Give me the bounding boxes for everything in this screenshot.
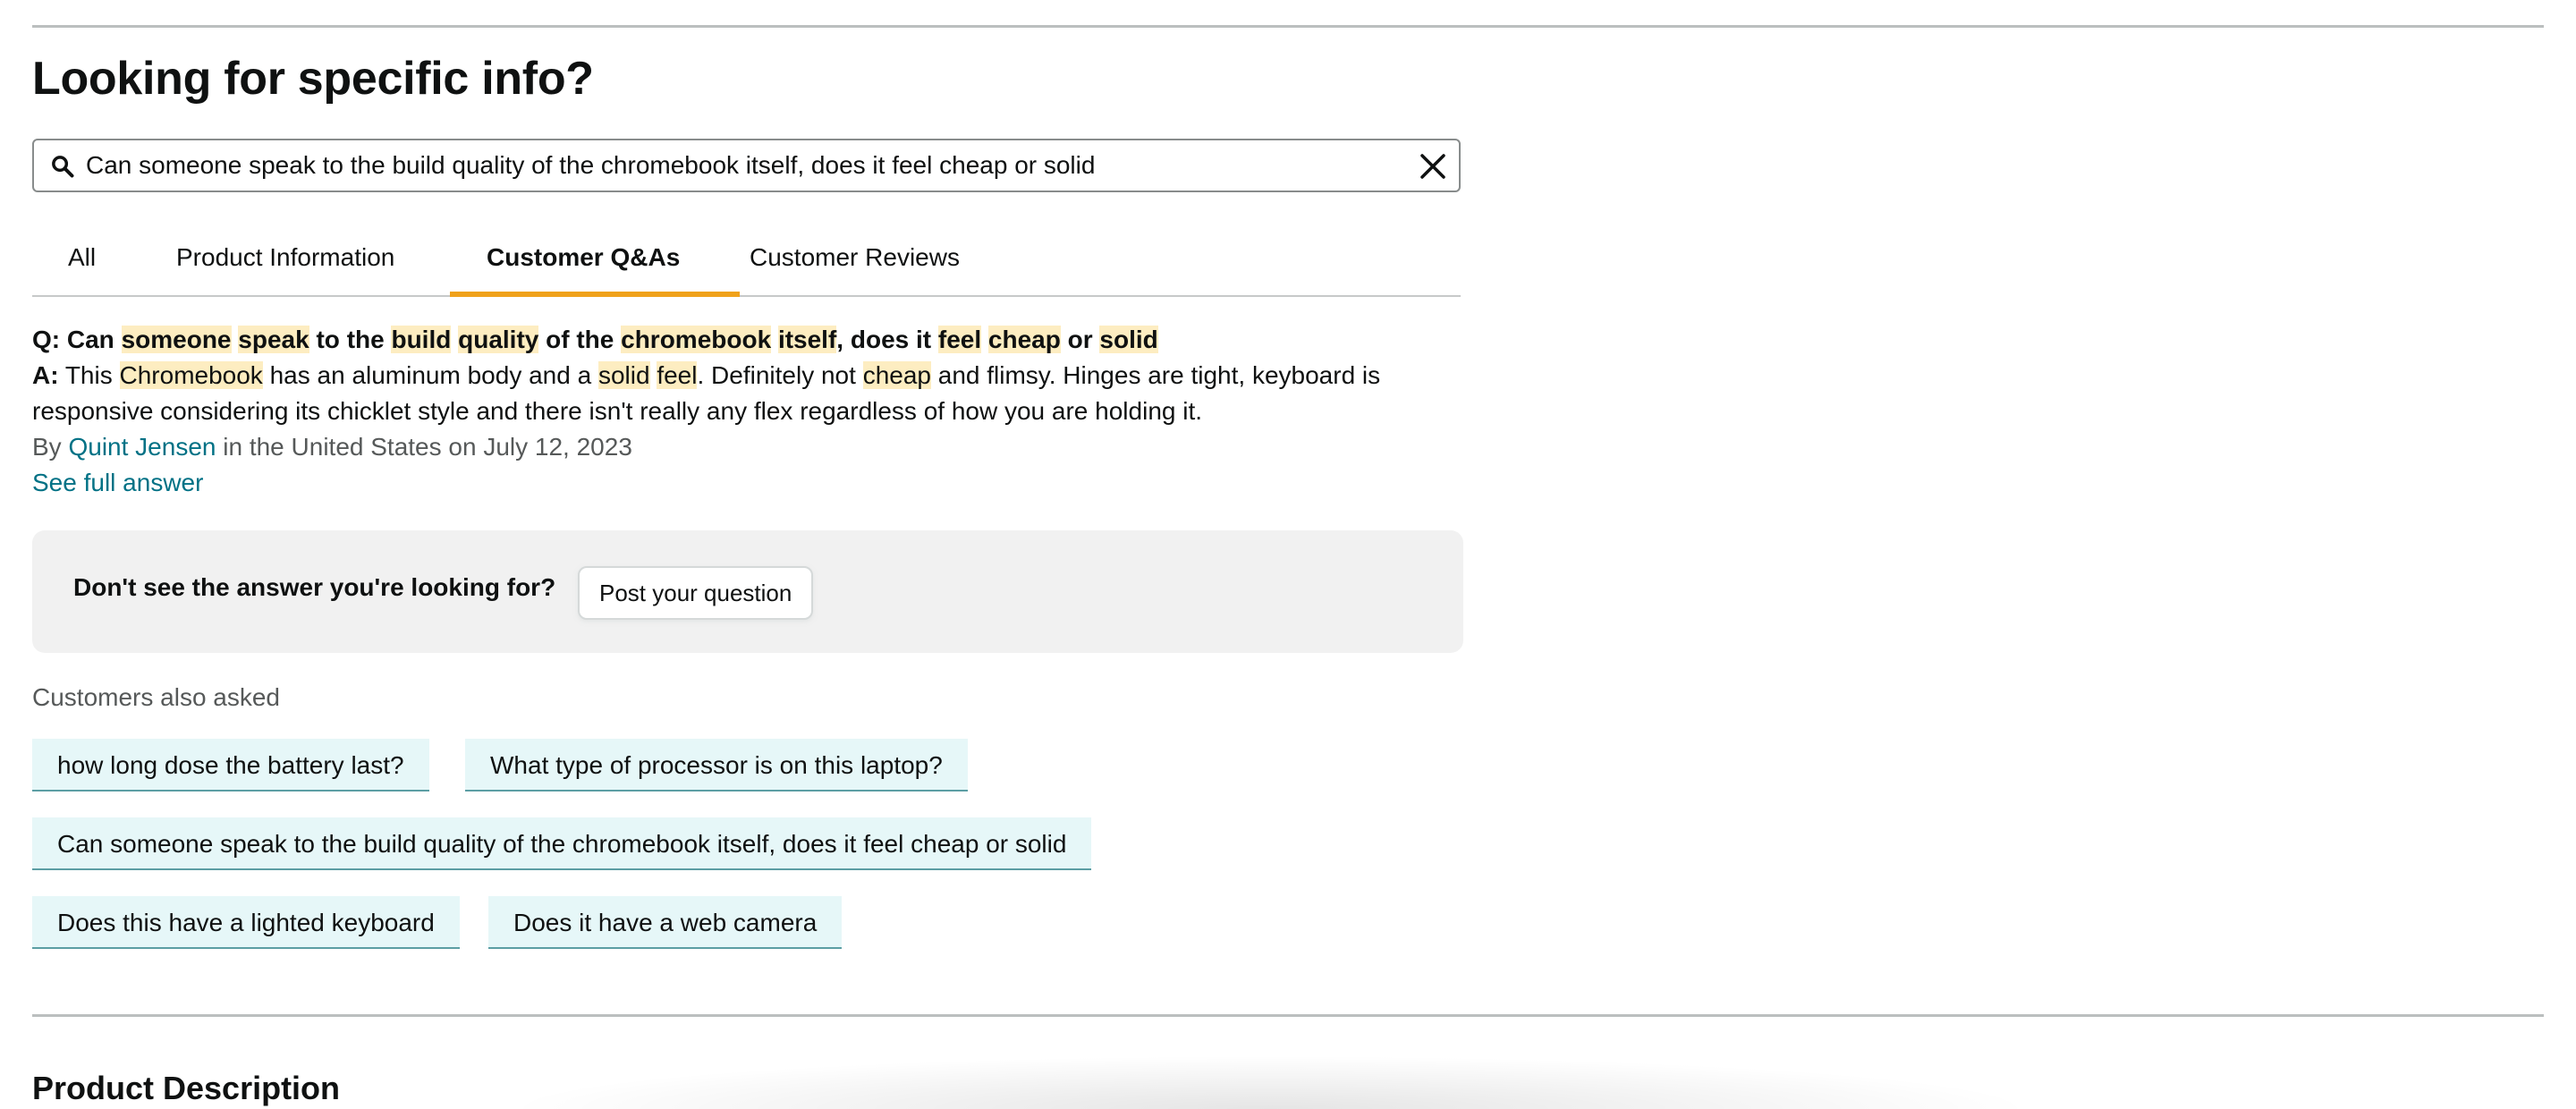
- bottom-shadow: [501, 1055, 2039, 1109]
- active-tab-indicator: [450, 292, 740, 297]
- related-question-chip[interactable]: Does this have a lighted keyboard: [32, 896, 460, 949]
- question-prefix: Q:: [32, 326, 61, 353]
- related-question-chip[interactable]: What type of processor is on this laptop…: [465, 739, 968, 792]
- text-segment: Can: [60, 326, 122, 353]
- question-text: Q: Can someone speak to the build qualit…: [32, 322, 1463, 358]
- tab-product-information[interactable]: Product Information: [176, 243, 394, 272]
- see-full-answer-link[interactable]: See full answer: [32, 469, 203, 496]
- highlighted-term: speak: [238, 326, 309, 353]
- text-segment: of the: [538, 326, 622, 353]
- text-segment: . Definitely not: [697, 361, 863, 389]
- text-segment: [771, 326, 778, 353]
- bottom-divider: [32, 1014, 2544, 1017]
- highlighted-term: chromebook: [621, 326, 772, 353]
- question-body: Can someone speak to the build quality o…: [60, 326, 1158, 353]
- also-asked-label: Customers also asked: [32, 683, 281, 711]
- answer-meta: By Quint Jensen in the United States on …: [32, 429, 1463, 465]
- highlighted-term: someone: [121, 326, 232, 353]
- highlighted-term: Chromebook: [119, 361, 263, 389]
- highlighted-term: feel: [937, 326, 982, 353]
- answer-prefix: A:: [32, 361, 59, 389]
- text-segment: This: [58, 361, 120, 389]
- ask-prompt: Don't see the answer you're looking for?: [73, 573, 556, 601]
- product-description-heading: Product Description: [32, 1070, 341, 1106]
- author-link[interactable]: Quint Jensen: [68, 433, 216, 461]
- related-question-chip[interactable]: Does it have a web camera: [488, 896, 843, 949]
- related-question-chip[interactable]: how long dose the battery last?: [32, 739, 429, 792]
- text-segment: [981, 326, 988, 353]
- search-icon: [52, 156, 74, 178]
- tab-customer-reviews[interactable]: Customer Reviews: [750, 243, 960, 272]
- text-segment: to the: [309, 326, 392, 353]
- clear-search-button[interactable]: [1414, 148, 1452, 185]
- highlighted-term: feel: [657, 361, 698, 389]
- text-segment: has an aluminum body and a: [262, 361, 598, 389]
- text-segment: or: [1060, 326, 1100, 353]
- section-title: Looking for specific info?: [32, 53, 594, 105]
- highlighted-term: quality: [458, 326, 539, 353]
- filter-tabs: All Product Information Customer Q&As Cu…: [32, 231, 1461, 297]
- text-segment: [451, 326, 458, 353]
- top-divider: [32, 25, 2544, 28]
- by-prefix: By: [32, 433, 69, 461]
- tab-customer-qas[interactable]: Customer Q&As: [487, 243, 680, 272]
- close-icon: [1420, 154, 1445, 179]
- location-date: in the United States on July 12, 2023: [216, 433, 632, 461]
- highlighted-term: solid: [597, 361, 650, 389]
- answer-body: This Chromebook has an aluminum body and…: [32, 361, 1380, 425]
- related-question-chip[interactable]: Can someone speak to the build quality o…: [32, 817, 1092, 870]
- ask-question-panel: Don't see the answer you're looking for?…: [32, 530, 1463, 653]
- search-box[interactable]: [32, 139, 1461, 192]
- tab-all[interactable]: All: [68, 243, 96, 272]
- search-input[interactable]: [86, 146, 1401, 185]
- highlighted-term: itself: [777, 326, 837, 353]
- qa-result: Q: Can someone speak to the build qualit…: [32, 322, 1463, 501]
- highlighted-term: cheap: [862, 361, 931, 389]
- text-segment: , does it: [836, 326, 938, 353]
- post-question-button[interactable]: Post your question: [578, 566, 814, 620]
- highlighted-term: cheap: [987, 326, 1061, 353]
- answer-text: A: This Chromebook has an aluminum body …: [32, 358, 1463, 429]
- highlighted-term: build: [391, 326, 452, 353]
- highlighted-term: solid: [1099, 326, 1158, 353]
